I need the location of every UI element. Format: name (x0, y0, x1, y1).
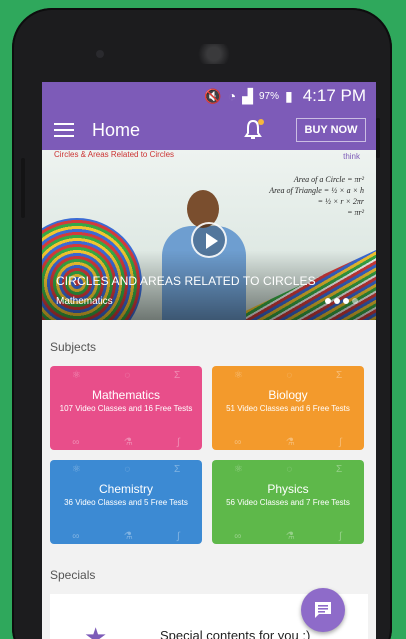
subject-card-mathematics[interactable]: ⚛ ◌ Σ Mathematics 107 Video Classes and 16… (50, 366, 202, 450)
status-bar: 🔇 ◔ ▟ 97% ▮ 4:17 PM (42, 82, 376, 110)
decor-icons: ∞ ⚗ ∫ (234, 437, 342, 448)
subject-desc: 51 Video Classes and 6 Free Tests (226, 404, 350, 413)
special-contents-text: Special contents for you :) (160, 628, 311, 639)
featured-video-banner[interactable]: Circles & Areas Related to Circles think… (42, 150, 376, 320)
subject-card-chemistry[interactable]: ⚛ ◌ Σ Chemistry 36 Video Classes and 5 Fre… (50, 460, 202, 544)
board-title: Circles & Areas Related to Circles (54, 150, 175, 159)
wifi-icon: ◔ (227, 88, 237, 104)
mute-icon: 🔇 (204, 87, 222, 104)
subjects-heading: Subjects (50, 340, 97, 354)
board-formulas: Area of a Circle = πr² Area of Triangle … (269, 175, 364, 217)
buy-now-button[interactable]: BUY NOW (296, 118, 366, 142)
clock: 4:17 PM (302, 86, 366, 105)
decor-icons: ⚛ ◌ Σ (233, 464, 343, 475)
earpiece (194, 44, 234, 64)
board-note: think (343, 152, 360, 161)
play-icon[interactable] (191, 222, 227, 258)
decor-icons: ∞ ⚗ ∫ (234, 531, 342, 542)
decor-icons: ∞ ⚗ ∫ (72, 437, 180, 448)
chat-fab-button[interactable] (301, 588, 345, 632)
battery-percent: 97% (258, 90, 279, 102)
phone-frame: 🔇 ◔ ▟ 97% ▮ 4:17 PM Home BUY NOW Circles… (12, 8, 392, 639)
bell-icon[interactable] (244, 119, 264, 141)
subject-name: Chemistry (98, 482, 153, 496)
decor-icons: ⚛ ◌ Σ (71, 464, 181, 475)
power-button (376, 118, 380, 158)
subject-desc: 107 Video Classes and 16 Free Tests (59, 404, 193, 413)
app-screen: 🔇 ◔ ▟ 97% ▮ 4:17 PM Home BUY NOW Circles… (42, 82, 376, 639)
decor-icons: ⚛ ◌ Σ (71, 370, 181, 381)
volume-button (21, 158, 25, 218)
decor-icons: ∞ ⚗ ∫ (72, 531, 180, 542)
front-camera (96, 50, 104, 58)
subject-name: Biology (268, 388, 308, 402)
signal-icon: ▟ (242, 87, 253, 104)
battery-icon: ▮ (284, 87, 293, 104)
notification-dot (258, 119, 264, 125)
subjects-grid: ⚛ ◌ Σ Mathematics 107 Video Classes and 16… (42, 366, 376, 544)
subject-desc: 36 Video Classes and 5 Free Tests (64, 498, 188, 507)
banner-title: CIRCLES AND AREAS RELATED TO CIRCLES (56, 274, 316, 288)
page-title: Home (92, 119, 141, 140)
subject-name: Mathematics (91, 388, 161, 402)
banner-subject: Mathematics (56, 296, 113, 307)
specials-heading: Specials (50, 568, 96, 582)
decor-icons: ⚛ ◌ Σ (233, 370, 343, 381)
subject-card-biology[interactable]: ⚛ ◌ Σ Biology 51 Video Classes and 6 Free … (212, 366, 364, 450)
app-bar: Home BUY NOW (42, 110, 376, 150)
carousel-indicator[interactable] (325, 298, 358, 304)
subject-card-physics[interactable]: ⚛ ◌ Σ Physics 56 Video Classes and 7 Free … (212, 460, 364, 544)
subject-name: Physics (267, 482, 309, 496)
star-icon: ★ (84, 622, 108, 639)
subject-desc: 56 Video Classes and 7 Free Tests (226, 498, 350, 507)
menu-icon[interactable] (54, 123, 74, 137)
chat-icon (315, 602, 331, 618)
